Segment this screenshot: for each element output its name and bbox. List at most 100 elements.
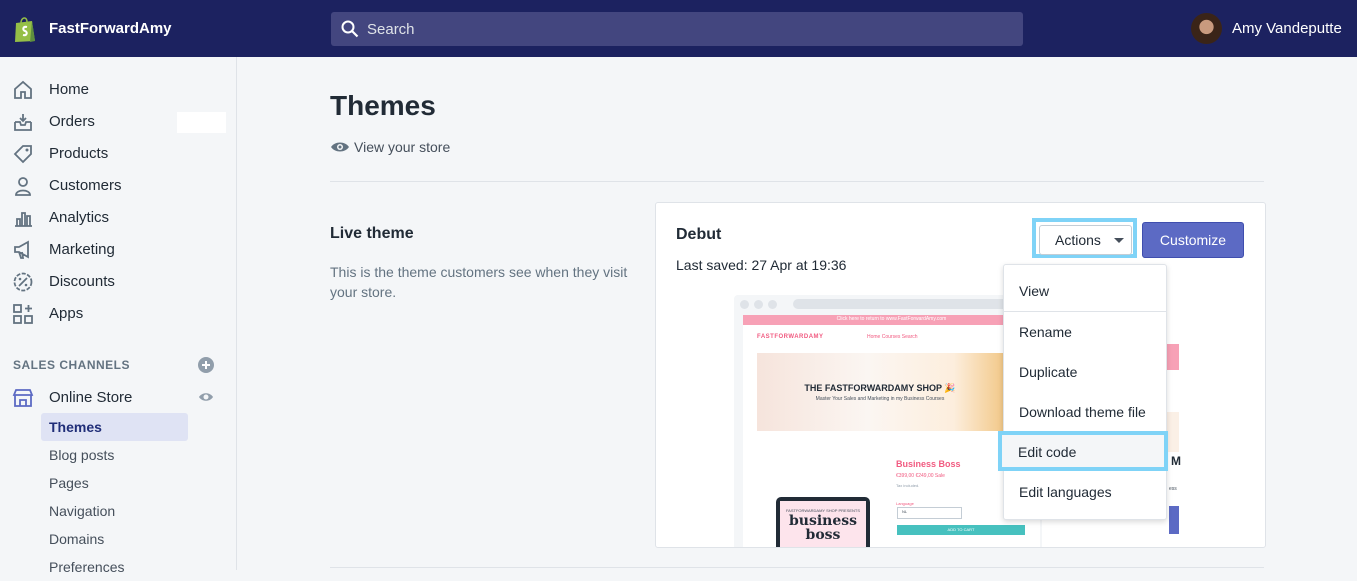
add-to-cart-label: ADD TO CART — [947, 527, 975, 532]
page-title: Themes — [330, 90, 436, 121]
orders-icon — [14, 114, 32, 131]
sidebar-item-analytics[interactable]: Analytics — [0, 201, 236, 233]
sidebar-item-label: Customers — [49, 177, 122, 194]
divider — [330, 567, 1264, 568]
window-dot — [768, 300, 777, 309]
search-input[interactable]: Search — [367, 21, 415, 38]
sidebar-subitem-label: Navigation — [49, 503, 116, 519]
megaphone-icon — [14, 240, 29, 259]
sidebar-subitem-domains[interactable]: Domains — [41, 525, 188, 553]
sidebar-subitem-label: Pages — [49, 475, 89, 491]
sidebar-item-label: Discounts — [49, 273, 115, 290]
language-label: Language — [896, 501, 914, 506]
sidebar-item-marketing[interactable]: Marketing — [0, 233, 236, 265]
menu-item-label: Duplicate — [1019, 364, 1078, 380]
language-value: NL — [902, 509, 908, 514]
menu-item-label: Download theme file — [1019, 404, 1146, 420]
divider — [330, 181, 1264, 182]
live-theme-description: This is the theme customers see when the… — [330, 264, 628, 300]
preview-brand: FASTFORWARDAMY — [757, 334, 824, 340]
product-price: €399,00 €249,00 Sale — [896, 473, 945, 479]
desktop-preview: Click here to return to www.FastForwardA… — [734, 295, 1042, 547]
eye-icon[interactable] — [198, 389, 214, 405]
actions-label: Actions — [1055, 232, 1101, 248]
sidebar-subitem-navigation[interactable]: Navigation — [41, 497, 188, 525]
sidebar-item-label: Orders — [49, 113, 95, 130]
menu-item-label: Rename — [1019, 324, 1072, 340]
sidebar-subitem-label: Domains — [49, 531, 105, 547]
sidebar-subitem-blog-posts[interactable]: Blog posts — [41, 441, 188, 469]
live-theme-heading: Live theme — [330, 225, 414, 242]
tablet-big-text: business boss — [788, 513, 858, 543]
add-to-cart-button: ADD TO CART — [897, 525, 1025, 535]
sidebar: Home Orders Products Customers Analytics… — [0, 57, 237, 575]
search-bar[interactable]: Search — [331, 12, 1023, 46]
sidebar-item-customers[interactable]: Customers — [0, 169, 236, 201]
product-tax: Tax included. — [896, 483, 920, 488]
home-icon — [14, 80, 32, 99]
announcement-text: Click here to return to www.FastForwardA… — [836, 316, 947, 322]
theme-name: Debut — [676, 226, 722, 243]
menu-item-download-theme-file[interactable]: Download theme file — [1004, 394, 1166, 430]
sidebar-item-products[interactable]: Products — [0, 137, 236, 169]
customize-label: Customize — [1159, 232, 1227, 248]
shopify-bag-icon[interactable] — [12, 15, 38, 43]
sidebar-item-label: Marketing — [49, 241, 115, 258]
sidebar-item-label: Analytics — [49, 209, 110, 226]
language-select: NL — [897, 507, 962, 519]
sidebar-item-label: Home — [49, 81, 90, 98]
menu-item-rename[interactable]: Rename — [1004, 314, 1166, 350]
last-saved-text: Last saved: 27 Apr at 19:36 — [676, 257, 847, 273]
user-name[interactable]: Amy Vandeputte — [1232, 20, 1342, 37]
person-icon — [15, 177, 31, 196]
mobile-button — [1169, 506, 1179, 534]
store-name[interactable]: FastForwardAmy — [49, 20, 172, 37]
sidebar-subitem-label: Blog posts — [49, 447, 115, 463]
menu-item-edit-code[interactable]: Edit code — [998, 431, 1168, 471]
avatar[interactable] — [1191, 13, 1222, 44]
actions-highlight: Actions — [1032, 218, 1137, 258]
tag-icon — [13, 145, 32, 164]
sidebar-item-label: Apps — [49, 305, 84, 322]
view-store-label: View your store — [354, 139, 451, 155]
preview-nav: Home Courses Search — [867, 334, 918, 340]
sidebar-item-home[interactable]: Home — [0, 73, 236, 105]
sidebar-subitem-label: Themes — [49, 419, 102, 435]
mobile-text: M — [1171, 454, 1181, 468]
sidebar-subitem-themes[interactable]: Themes — [41, 413, 188, 441]
menu-item-view[interactable]: View — [1004, 273, 1166, 309]
tablet-mockup: FASTFORWARDAMY SHOP PRESENTS business bo… — [776, 497, 870, 547]
sidebar-item-apps[interactable]: Apps — [0, 297, 236, 329]
redaction-box — [177, 112, 226, 133]
top-bar: FastForwardAmy Search Amy Vandeputte — [0, 0, 1357, 57]
sidebar-item-discounts[interactable]: Discounts — [0, 265, 236, 297]
eye-icon — [331, 142, 349, 152]
menu-item-edit-languages[interactable]: Edit languages — [1004, 474, 1166, 510]
menu-item-duplicate[interactable]: Duplicate — [1004, 354, 1166, 390]
window-dot — [754, 300, 763, 309]
menu-item-label: View — [1019, 283, 1050, 299]
mobile-text: ess — [1169, 486, 1177, 492]
sidebar-subitem-label: Preferences — [49, 559, 125, 575]
add-sales-channel-icon[interactable] — [198, 357, 214, 373]
apps-icon — [13, 304, 33, 324]
sidebar-item-label: Online Store — [49, 389, 133, 406]
store-icon — [12, 389, 34, 407]
search-icon — [341, 20, 359, 38]
preview-hero: THE FASTFORWARDAMY SHOP 🎉 Master Your Sa… — [757, 353, 1003, 431]
menu-item-label: Edit languages — [1019, 484, 1112, 500]
window-dot — [740, 300, 749, 309]
discount-icon — [13, 272, 33, 292]
actions-menu: View Rename Duplicate Download theme fil… — [1003, 264, 1167, 520]
tablet-screen: FASTFORWARDAMY SHOP PRESENTS business bo… — [780, 501, 866, 547]
hero-subtitle: Master Your Sales and Marketing in my Bu… — [815, 396, 945, 402]
actions-button[interactable]: Actions — [1039, 225, 1132, 255]
menu-item-label: Edit code — [1018, 444, 1077, 460]
url-bar — [793, 299, 1033, 309]
hero-title: THE FASTFORWARDAMY SHOP 🎉 — [804, 383, 956, 393]
menu-divider — [1004, 311, 1166, 312]
customize-button[interactable]: Customize — [1142, 222, 1244, 258]
sidebar-subitem-preferences[interactable]: Preferences — [41, 553, 188, 581]
bar-chart-icon — [15, 212, 32, 227]
sidebar-subitem-pages[interactable]: Pages — [41, 469, 188, 497]
